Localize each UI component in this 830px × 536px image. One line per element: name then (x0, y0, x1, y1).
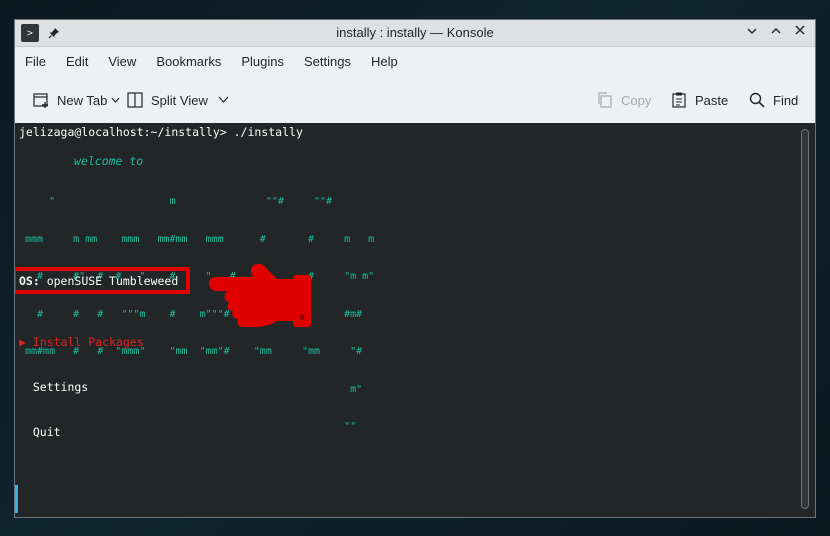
terminal-scrollbar[interactable] (801, 129, 809, 509)
chevron-down-icon[interactable] (218, 95, 229, 106)
copy-label: Copy (621, 92, 652, 108)
terminal-view[interactable]: jelizaga@localhost:~/instally> ./install… (15, 123, 815, 517)
title-bar[interactable]: > instally : instally — Konsole (15, 20, 815, 47)
new-tab-button[interactable]: New Tab (31, 88, 120, 112)
menu-settings[interactable]: Settings (294, 47, 361, 77)
toolbar: New Tab Split View Copy Paste Find (15, 77, 815, 123)
copy-button[interactable]: Copy (595, 88, 651, 112)
paste-icon (669, 90, 689, 110)
find-button[interactable]: Find (747, 88, 798, 112)
new-tab-icon (31, 90, 51, 110)
window-title: instally : instally — Konsole (336, 25, 494, 40)
new-tab-label: New Tab (57, 92, 108, 108)
highlight-box (15, 267, 190, 294)
paste-label: Paste (695, 92, 729, 108)
desktop-background: > instally : instally — Konsole File Edi… (0, 0, 830, 536)
menu-bar: File Edit View Bookmarks Plugins Setting… (15, 47, 815, 77)
paste-button[interactable]: Paste (669, 88, 728, 112)
menu-option-settings[interactable]: Settings (19, 380, 144, 395)
menu-bookmarks[interactable]: Bookmarks (146, 47, 231, 77)
close-button[interactable] (791, 24, 809, 42)
copy-icon (595, 90, 615, 110)
chevron-down-icon[interactable] (111, 95, 120, 106)
split-view-button[interactable]: Split View (125, 88, 229, 112)
minimize-button[interactable] (743, 24, 761, 42)
split-view-label: Split View (151, 92, 208, 108)
ascii-art-line: " m ""# ""# (25, 196, 333, 207)
terminal-prompt: jelizaga@localhost:~/instally> ./install… (19, 125, 303, 139)
menu-option-quit[interactable]: Quit (19, 425, 144, 440)
installer-menu: ▶ Install Packages Settings Quit (19, 305, 144, 470)
ascii-art-line: mmm m mm mmm mm#mm mmm # # m m (25, 233, 375, 245)
menu-option-install-packages[interactable]: ▶ Install Packages (19, 335, 144, 350)
welcome-text: welcome to (74, 154, 144, 168)
maximize-button[interactable] (767, 24, 785, 42)
scroll-position-marker (15, 485, 18, 513)
menu-help[interactable]: Help (361, 47, 408, 77)
konsole-window: > instally : instally — Konsole File Edi… (14, 19, 816, 518)
menu-edit[interactable]: Edit (56, 47, 98, 77)
search-icon (747, 90, 767, 110)
pointing-hand-icon (209, 263, 311, 327)
menu-view[interactable]: View (98, 47, 146, 77)
find-label: Find (773, 92, 799, 108)
menu-plugins[interactable]: Plugins (231, 47, 294, 77)
menu-file[interactable]: File (15, 47, 56, 77)
split-view-icon (125, 90, 145, 110)
